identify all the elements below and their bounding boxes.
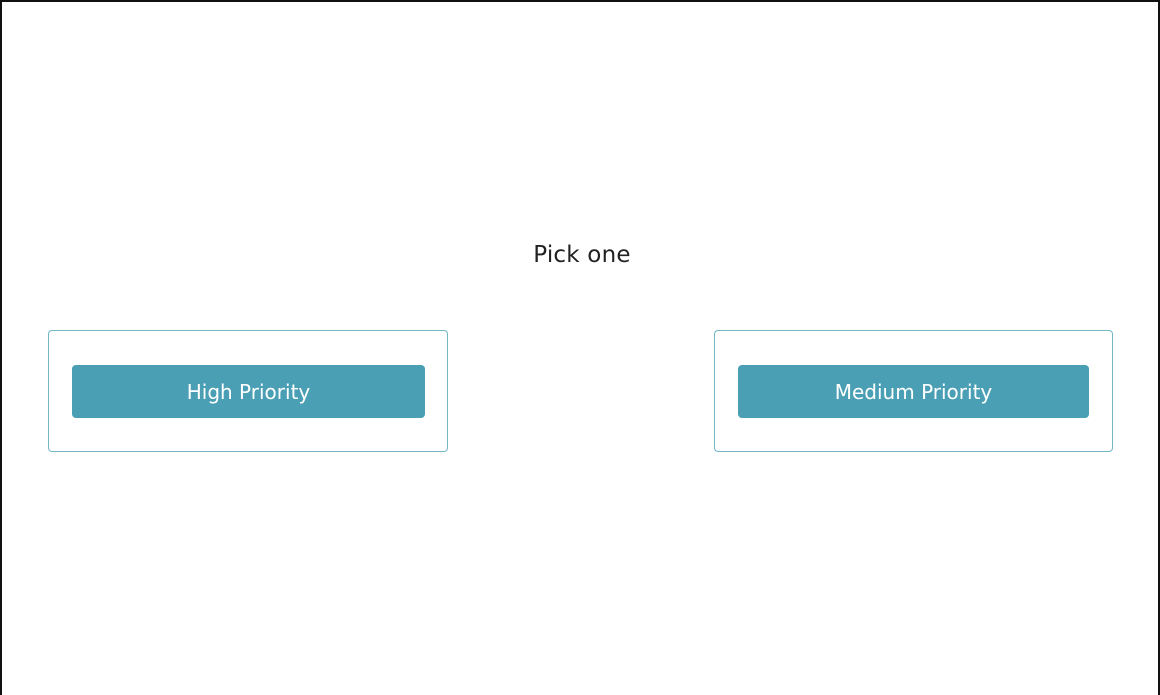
prompt-heading: Pick one [533, 242, 631, 268]
page-frame: Pick one High Priority Medium Priority [0, 0, 1160, 695]
choice-card-high: High Priority [48, 330, 448, 452]
high-priority-button[interactable]: High Priority [72, 365, 425, 418]
choice-card-medium: Medium Priority [714, 330, 1113, 452]
medium-priority-button[interactable]: Medium Priority [738, 365, 1089, 418]
